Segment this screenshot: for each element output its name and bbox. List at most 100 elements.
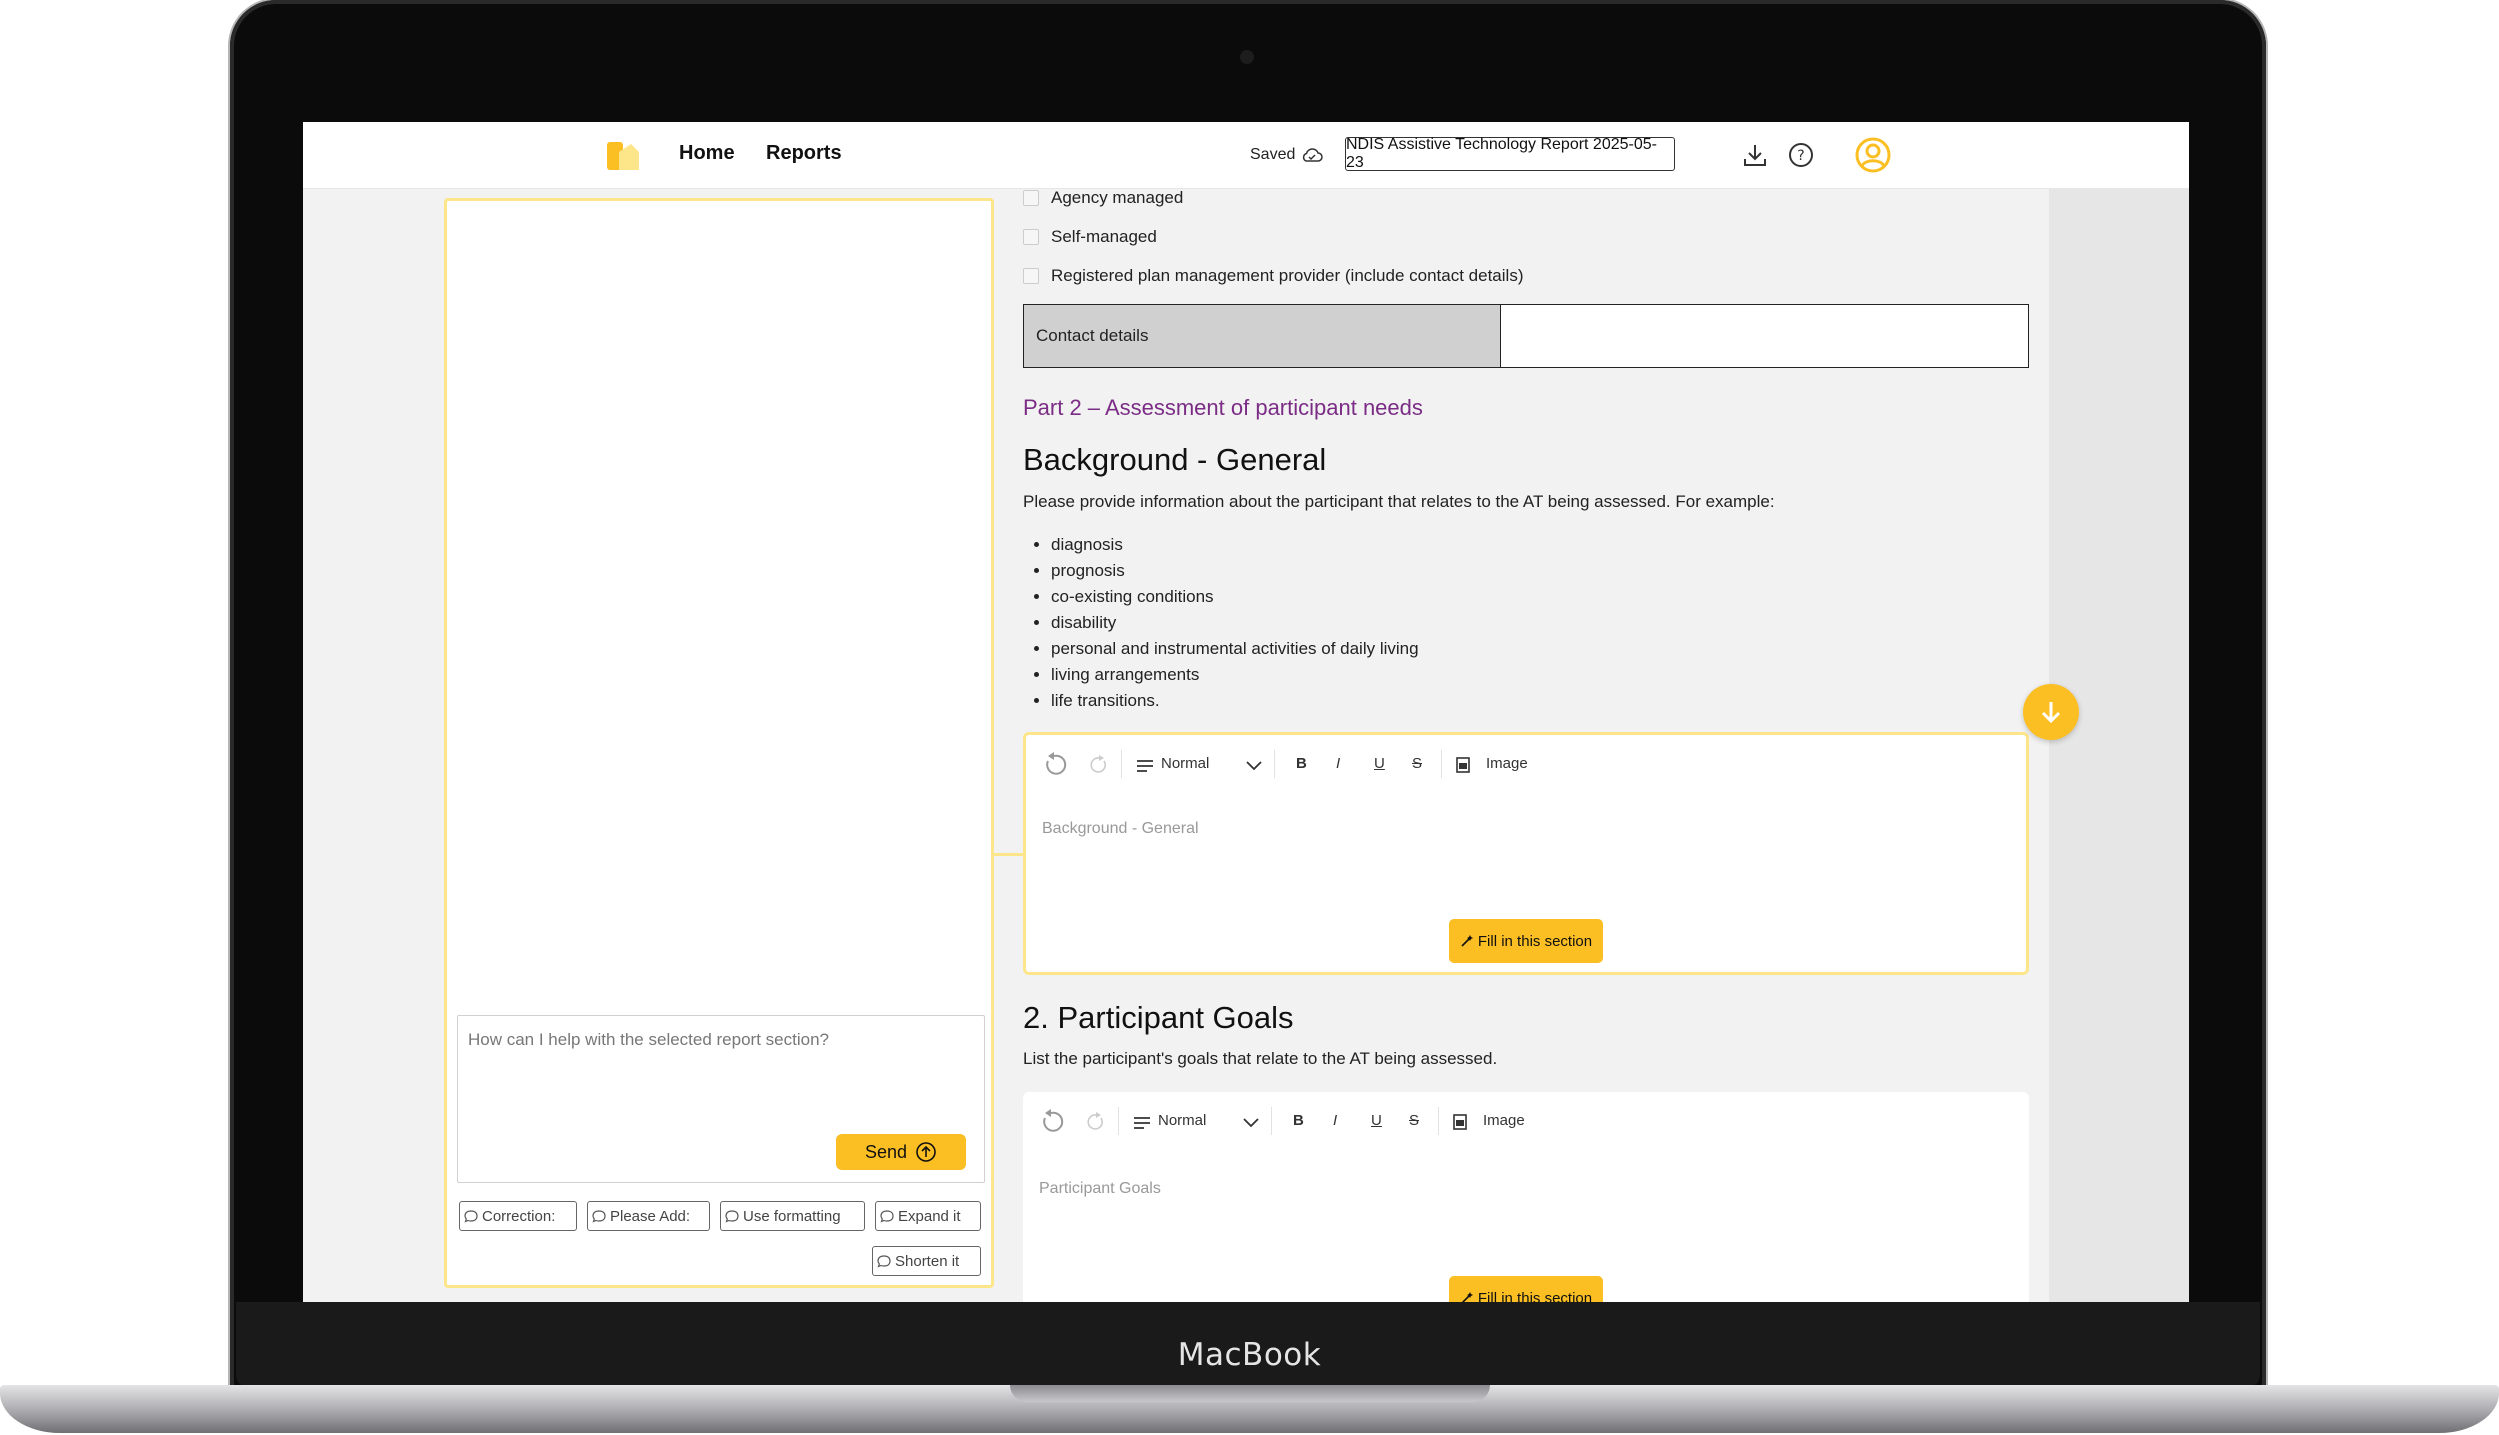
image-icon: [1456, 757, 1470, 773]
chip-shorten-it[interactable]: Shorten it: [872, 1246, 981, 1276]
style-select[interactable]: Normal: [1158, 1112, 1206, 1129]
chip-expand-it[interactable]: Expand it: [875, 1201, 981, 1231]
list-item: co-existing conditions: [1051, 584, 1419, 610]
toolbar-divider: [1121, 750, 1122, 778]
example-list: diagnosis prognosis co-existing conditio…: [1025, 532, 1419, 714]
arrow-down-icon: [2041, 702, 2061, 724]
chat-bubble-icon: [877, 1255, 891, 1268]
chip-use-formatting[interactable]: Use formatting: [720, 1201, 865, 1231]
editor-placeholder: Participant Goals: [1039, 1180, 1161, 1197]
bold-button[interactable]: B: [1296, 755, 1307, 772]
checkbox-label: Self-managed: [1051, 227, 1157, 246]
chevron-down-icon[interactable]: [1243, 1118, 1259, 1128]
report-title-field[interactable]: NDIS Assistive Technology Report 2025-05…: [1345, 136, 1675, 171]
toolbar-divider: [1271, 1107, 1272, 1135]
toolbar-divider: [1438, 1107, 1439, 1135]
italic-button[interactable]: I: [1336, 755, 1340, 772]
chip-label: Shorten it: [895, 1252, 960, 1270]
italic-button[interactable]: I: [1333, 1112, 1337, 1129]
svg-text:?: ?: [1797, 148, 1804, 164]
checkbox[interactable]: [1023, 268, 1039, 284]
editor-goals[interactable]: Normal B I U S Image Participant Goals F…: [1023, 1092, 2029, 1302]
strikethrough-button[interactable]: S: [1409, 1112, 1419, 1129]
toolbar-divider: [1441, 750, 1442, 778]
image-button[interactable]: Image: [1483, 1112, 1525, 1129]
section-title-background: Background - General: [1023, 442, 1327, 477]
section-intro-background: Please provide information about the par…: [1023, 492, 1775, 511]
send-label: Send: [864, 1141, 908, 1162]
checkbox-label: Registered plan management provider (inc…: [1051, 266, 1524, 285]
download-icon[interactable]: [1741, 141, 1769, 169]
send-button[interactable]: Send: [836, 1134, 966, 1170]
logo-icon[interactable]: [605, 138, 641, 172]
chip-label: Use formatting: [743, 1207, 841, 1225]
toolbar-divider: [1274, 750, 1275, 778]
top-bar: Home Reports Saved NDIS Assistive Techno…: [303, 122, 2189, 189]
device-brand: MacBook: [1177, 1337, 1322, 1373]
help-icon[interactable]: ?: [1787, 141, 1815, 169]
fill-section-button[interactable]: Fill in this section: [1449, 919, 1603, 963]
section-title-goals: 2. Participant Goals: [1023, 1000, 1294, 1035]
section-intro-goals: List the participant's goals that relate…: [1023, 1049, 1498, 1068]
style-select[interactable]: Normal: [1161, 755, 1209, 772]
paragraph-style-icon: [1134, 1117, 1150, 1129]
checkbox[interactable]: [1023, 190, 1039, 206]
chat-bubble-icon: [725, 1210, 739, 1223]
nav-reports[interactable]: Reports: [766, 142, 842, 165]
chat-input[interactable]: How can I help with the selected report …: [457, 1015, 985, 1183]
cloud-check-icon: [1303, 148, 1324, 162]
checkbox-label: Agency managed: [1051, 188, 1184, 207]
contact-details-table: Contact details: [1023, 304, 2029, 368]
chip-correction[interactable]: Correction:: [459, 1201, 577, 1231]
image-button[interactable]: Image: [1486, 755, 1528, 772]
editor-placeholder: Background - General: [1042, 820, 1199, 837]
user-avatar-icon[interactable]: [1855, 137, 1891, 173]
list-item: diagnosis: [1051, 532, 1419, 558]
paragraph-style-icon: [1137, 760, 1153, 772]
chat-placeholder: How can I help with the selected report …: [468, 1030, 829, 1049]
magic-wand-icon: [1461, 935, 1473, 947]
laptop-notch: [1010, 1385, 1490, 1402]
magic-wand-icon: [1461, 1292, 1473, 1302]
bold-button[interactable]: B: [1293, 1112, 1304, 1129]
part-heading: Part 2 – Assessment of participant needs: [1023, 395, 1423, 420]
list-item: living arrangements: [1051, 662, 1419, 688]
editor-background[interactable]: Normal B I U S Image Background - Genera…: [1023, 732, 2029, 975]
undo-icon[interactable]: [1037, 1108, 1065, 1136]
fill-section-button[interactable]: Fill in this section: [1449, 1276, 1603, 1302]
assistant-panel: How can I help with the selected report …: [444, 198, 994, 1288]
nav-home[interactable]: Home: [679, 142, 735, 165]
saved-label: Saved: [1250, 146, 1296, 163]
checkbox[interactable]: [1023, 229, 1039, 245]
list-item: personal and instrumental activities of …: [1051, 636, 1419, 662]
right-gutter: [2049, 188, 2189, 1302]
editor-toolbar: Normal B I U S Image: [1023, 1092, 2029, 1152]
chat-bubble-icon: [592, 1210, 606, 1223]
editor-toolbar: Normal B I U S Image: [1026, 735, 2026, 795]
chip-label: Please Add:: [610, 1207, 691, 1225]
strikethrough-button[interactable]: S: [1412, 755, 1422, 772]
chat-bubble-icon: [464, 1210, 478, 1223]
saved-status: Saved: [1250, 146, 1324, 164]
toolbar-divider: [1118, 1107, 1119, 1135]
underline-button[interactable]: U: [1371, 1112, 1382, 1129]
checkbox-agency-managed[interactable]: Agency managed: [1023, 188, 1183, 208]
contact-details-input[interactable]: [1501, 305, 2028, 367]
arrow-up-circle-icon: [916, 1142, 936, 1162]
underline-button[interactable]: U: [1374, 755, 1385, 772]
checkbox-self-managed[interactable]: Self-managed: [1023, 227, 1157, 247]
contact-details-label: Contact details: [1024, 305, 1501, 367]
list-item: life transitions.: [1051, 688, 1419, 714]
redo-icon[interactable]: [1087, 1112, 1107, 1132]
checkbox-registered-provider[interactable]: Registered plan management provider (inc…: [1023, 266, 1523, 286]
scroll-down-button[interactable]: [2023, 684, 2079, 740]
redo-icon[interactable]: [1090, 755, 1110, 775]
chip-label: Expand it: [898, 1207, 961, 1225]
undo-icon[interactable]: [1040, 751, 1068, 779]
list-item: disability: [1051, 610, 1419, 636]
chevron-down-icon[interactable]: [1246, 761, 1262, 771]
fill-section-label: Fill in this section: [1477, 1289, 1593, 1303]
camera: [1240, 50, 1254, 64]
app-screen: Home Reports Saved NDIS Assistive Techno…: [303, 122, 2189, 1302]
chip-please-add[interactable]: Please Add:: [587, 1201, 710, 1231]
